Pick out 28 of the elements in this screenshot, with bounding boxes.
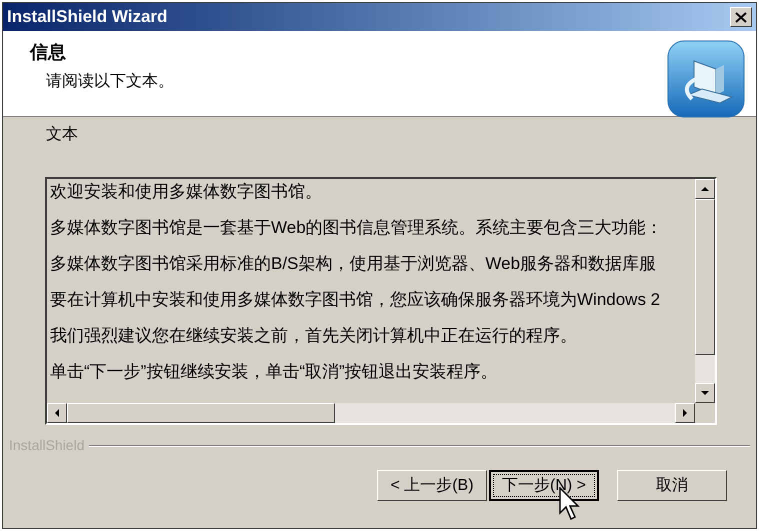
scroll-thumb[interactable] [67, 403, 335, 423]
computer-logo-icon [666, 39, 746, 119]
left-arrow-icon [55, 409, 59, 417]
right-arrow-icon [683, 409, 687, 417]
text-line: 我们强烈建议您在继续安装之前，首先关闭计算机中正在运行的程序。 [50, 326, 578, 346]
scroll-down-button[interactable] [695, 383, 715, 403]
header-subtitle: 请阅读以下文本。 [46, 72, 174, 92]
next-button[interactable]: 下一步(N) > [489, 470, 599, 501]
horizontal-scrollbar[interactable] [47, 403, 695, 423]
text-line: 单击“下一步”按钮继续安装，单击“取消”按钮退出安装程序。 [50, 362, 499, 382]
text-line: 欢迎安装和使用多媒体数字图书馆。 [50, 182, 323, 202]
down-arrow-icon [701, 391, 709, 395]
scroll-up-button[interactable] [695, 179, 715, 199]
scroll-thumb[interactable] [695, 199, 715, 355]
close-button[interactable] [730, 7, 752, 27]
up-arrow-icon [701, 187, 709, 191]
scroll-left-button[interactable] [47, 403, 67, 423]
scroll-right-button[interactable] [675, 403, 695, 423]
close-icon [735, 12, 747, 22]
header-title: 信息 [30, 41, 67, 64]
cancel-button[interactable]: 取消 [617, 470, 727, 501]
text-line: 要在计算机中安装和使用多媒体数字图书馆，您应该确保服务器环境为Windows 2 [50, 290, 662, 310]
text-line: 多媒体数字图书馆是一套基于Web的图书信息管理系统。系统主要包含三大功能： [50, 218, 664, 238]
vertical-scrollbar[interactable] [695, 179, 715, 403]
section-label: 文本 [46, 124, 79, 145]
window-title: InstallShield Wizard [7, 6, 168, 28]
text-line: 多媒体数字图书馆采用标准的B/S架构，使用基于浏览器、Web服务器和数据库服 [50, 254, 658, 274]
back-button[interactable]: < 上一步(B) [377, 470, 487, 501]
